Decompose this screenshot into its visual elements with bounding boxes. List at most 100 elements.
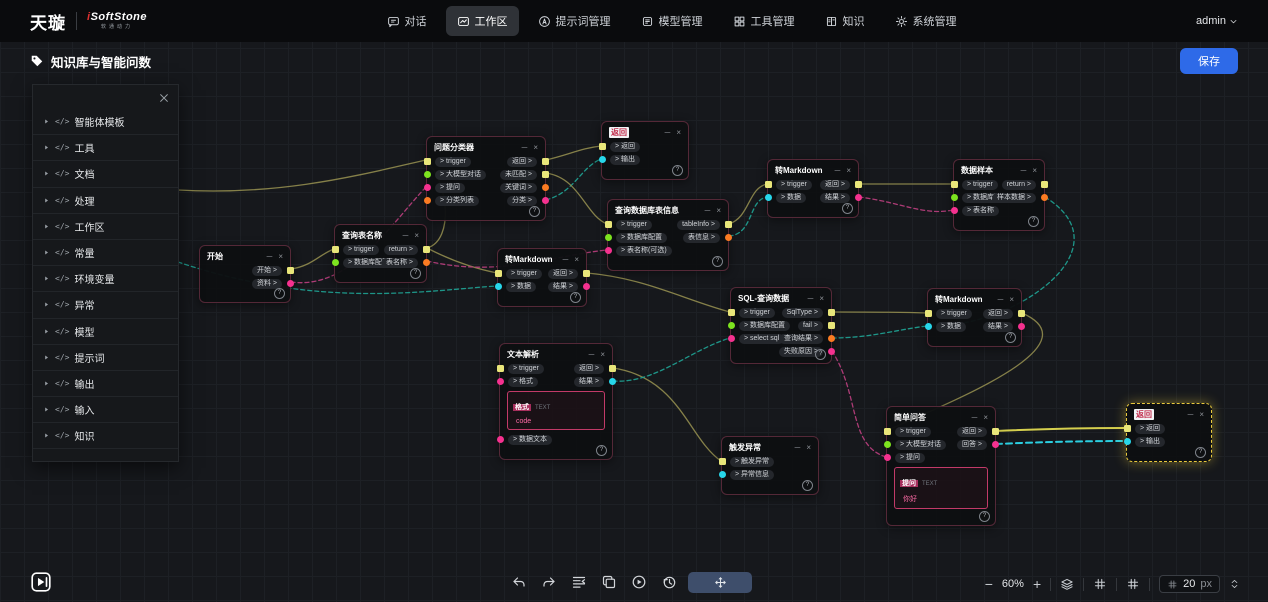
port-connector[interactable]	[1018, 310, 1025, 317]
port-label[interactable]: 资料 >	[252, 279, 282, 289]
node-return-answer[interactable]: 返回─×> 返回> 输出?	[1126, 403, 1212, 462]
minimize-icon[interactable]: ─	[705, 207, 711, 215]
port-connector[interactable]	[599, 156, 606, 163]
workflow-canvas[interactable]: 开始─×开始 >资料 >?查询表名称─×> trigger> 数据库配置retu…	[0, 0, 1268, 602]
close-icon[interactable]	[158, 92, 170, 104]
console-run-button[interactable]	[30, 571, 52, 593]
port-connector[interactable]	[542, 184, 549, 191]
zoom-out-button[interactable]: −	[985, 577, 993, 591]
port-connector[interactable]	[719, 458, 726, 465]
undo-button[interactable]	[508, 571, 530, 593]
grid-size-input[interactable]: 20 px	[1159, 575, 1220, 593]
history-button[interactable]	[658, 571, 680, 593]
grid-size-stepper[interactable]	[1229, 577, 1240, 591]
node-sql-query[interactable]: SQL-查询数据─×> trigger> 数据库配置> select sqlSq…	[730, 287, 832, 364]
palette-item[interactable]: </>处理	[33, 188, 178, 214]
minimize-icon[interactable]: ─	[403, 232, 409, 240]
help-icon[interactable]: ?	[1028, 216, 1039, 227]
port-label[interactable]: 开始 >	[252, 266, 282, 276]
close-icon[interactable]: ×	[600, 351, 605, 359]
pan-tool-button[interactable]	[688, 572, 752, 593]
port-connector[interactable]	[1041, 181, 1048, 188]
field-value[interactable]: code	[513, 418, 599, 425]
minimize-icon[interactable]: ─	[665, 129, 671, 137]
port-label[interactable]: fail >	[798, 321, 823, 331]
port-label[interactable]: 返回 >	[820, 180, 850, 190]
port-label[interactable]: 样本数据 >	[992, 193, 1036, 203]
port-connector[interactable]	[1124, 425, 1131, 432]
close-icon[interactable]: ×	[819, 295, 824, 303]
port-label[interactable]: 结果 >	[820, 193, 850, 203]
port-connector[interactable]	[583, 283, 590, 290]
close-icon[interactable]: ×	[278, 253, 283, 261]
nav-item-tools[interactable]: 工具管理	[722, 6, 806, 36]
port-label[interactable]: 结果 >	[983, 322, 1013, 332]
palette-item[interactable]: </>输出	[33, 371, 178, 397]
port-label[interactable]: 结果 >	[574, 377, 604, 387]
port-connector[interactable]	[725, 221, 732, 228]
minimize-icon[interactable]: ─	[808, 295, 814, 303]
close-icon[interactable]: ×	[1009, 296, 1014, 304]
help-icon[interactable]: ?	[979, 511, 990, 522]
nav-item-model[interactable]: 模型管理	[630, 6, 714, 36]
node-query-table-name[interactable]: 查询表名称─×> trigger> 数据库配置return >表名称 >?	[334, 224, 427, 283]
port-label[interactable]: > 输出	[1135, 437, 1165, 447]
minimize-icon[interactable]: ─	[563, 256, 569, 264]
port-label[interactable]: 返回 >	[548, 269, 578, 279]
help-icon[interactable]: ?	[712, 256, 723, 267]
port-connector[interactable]	[599, 143, 606, 150]
port-label[interactable]: > 返回	[1135, 424, 1165, 434]
align-button[interactable]	[568, 571, 590, 593]
help-icon[interactable]: ?	[596, 445, 607, 456]
port-label[interactable]: 分类 >	[507, 196, 537, 206]
node-throw-exception[interactable]: 触发异常─×> 触发异常> 异常信息?	[721, 436, 819, 495]
palette-item[interactable]: </>模型	[33, 319, 178, 345]
port-connector[interactable]	[542, 158, 549, 165]
port-label[interactable]: 返回 >	[574, 364, 604, 374]
port-connector[interactable]	[609, 365, 616, 372]
redo-button[interactable]	[538, 571, 560, 593]
nav-item-chat[interactable]: 对话	[376, 6, 438, 36]
node-to-markdown-1[interactable]: 转Markdown─×> trigger> 数据返回 >结果 >?	[767, 159, 859, 218]
minimize-icon[interactable]: ─	[1021, 167, 1027, 175]
palette-item[interactable]: </>知识	[33, 423, 178, 449]
port-label[interactable]: return >	[1002, 180, 1036, 190]
port-connector[interactable]	[1018, 323, 1025, 330]
snap-grid-icon[interactable]	[1093, 577, 1107, 591]
close-icon[interactable]: ×	[574, 256, 579, 264]
port-connector[interactable]	[855, 194, 862, 201]
port-label[interactable]: 未匹配 >	[500, 170, 537, 180]
field-value[interactable]: 你好	[900, 494, 982, 504]
port-connector[interactable]	[583, 270, 590, 277]
minimize-icon[interactable]: ─	[795, 444, 801, 452]
close-icon[interactable]: ×	[716, 207, 721, 215]
port-connector[interactable]	[719, 471, 726, 478]
run-flow-button[interactable]	[628, 571, 650, 593]
close-icon[interactable]: ×	[983, 414, 988, 422]
port-connector[interactable]	[828, 322, 835, 329]
palette-item[interactable]: </>文档	[33, 161, 178, 187]
help-icon[interactable]: ?	[1005, 332, 1016, 343]
copy-button[interactable]	[598, 571, 620, 593]
node-simple-qa[interactable]: 简单问答─×> trigger> 大模型对话> 提问提问TEXT你好返回 >回答…	[886, 406, 996, 526]
port-connector[interactable]	[287, 267, 294, 274]
minimize-icon[interactable]: ─	[1188, 411, 1194, 419]
node-return-top[interactable]: 返回─×> 返回> 输出?	[601, 121, 689, 180]
nav-item-prompt[interactable]: 提示词管理	[527, 6, 622, 36]
node-question-classifier[interactable]: 问题分类器─×> trigger> 大模型对话> 提问> 分类列表返回 >未匹配…	[426, 136, 546, 221]
port-connector[interactable]	[1124, 438, 1131, 445]
port-label[interactable]: > 输出	[610, 155, 640, 165]
port-label[interactable]: 回答 >	[957, 440, 987, 450]
palette-item[interactable]: </>输入	[33, 397, 178, 423]
close-icon[interactable]: ×	[1032, 167, 1037, 175]
layers-icon[interactable]	[1060, 577, 1074, 591]
port-connector[interactable]	[542, 171, 549, 178]
close-icon[interactable]: ×	[533, 144, 538, 152]
port-label[interactable]: > 表名称	[962, 206, 999, 216]
node-to-markdown-3[interactable]: 转Markdown─×> trigger> 数据返回 >结果 >?	[927, 288, 1022, 347]
port-connector[interactable]	[951, 207, 958, 214]
port-connector[interactable]	[542, 197, 549, 204]
node-text-field[interactable]: 格式TEXTcode	[507, 391, 605, 430]
node-start[interactable]: 开始─×开始 >资料 >?	[199, 245, 291, 303]
palette-item[interactable]: </>异常	[33, 292, 178, 318]
